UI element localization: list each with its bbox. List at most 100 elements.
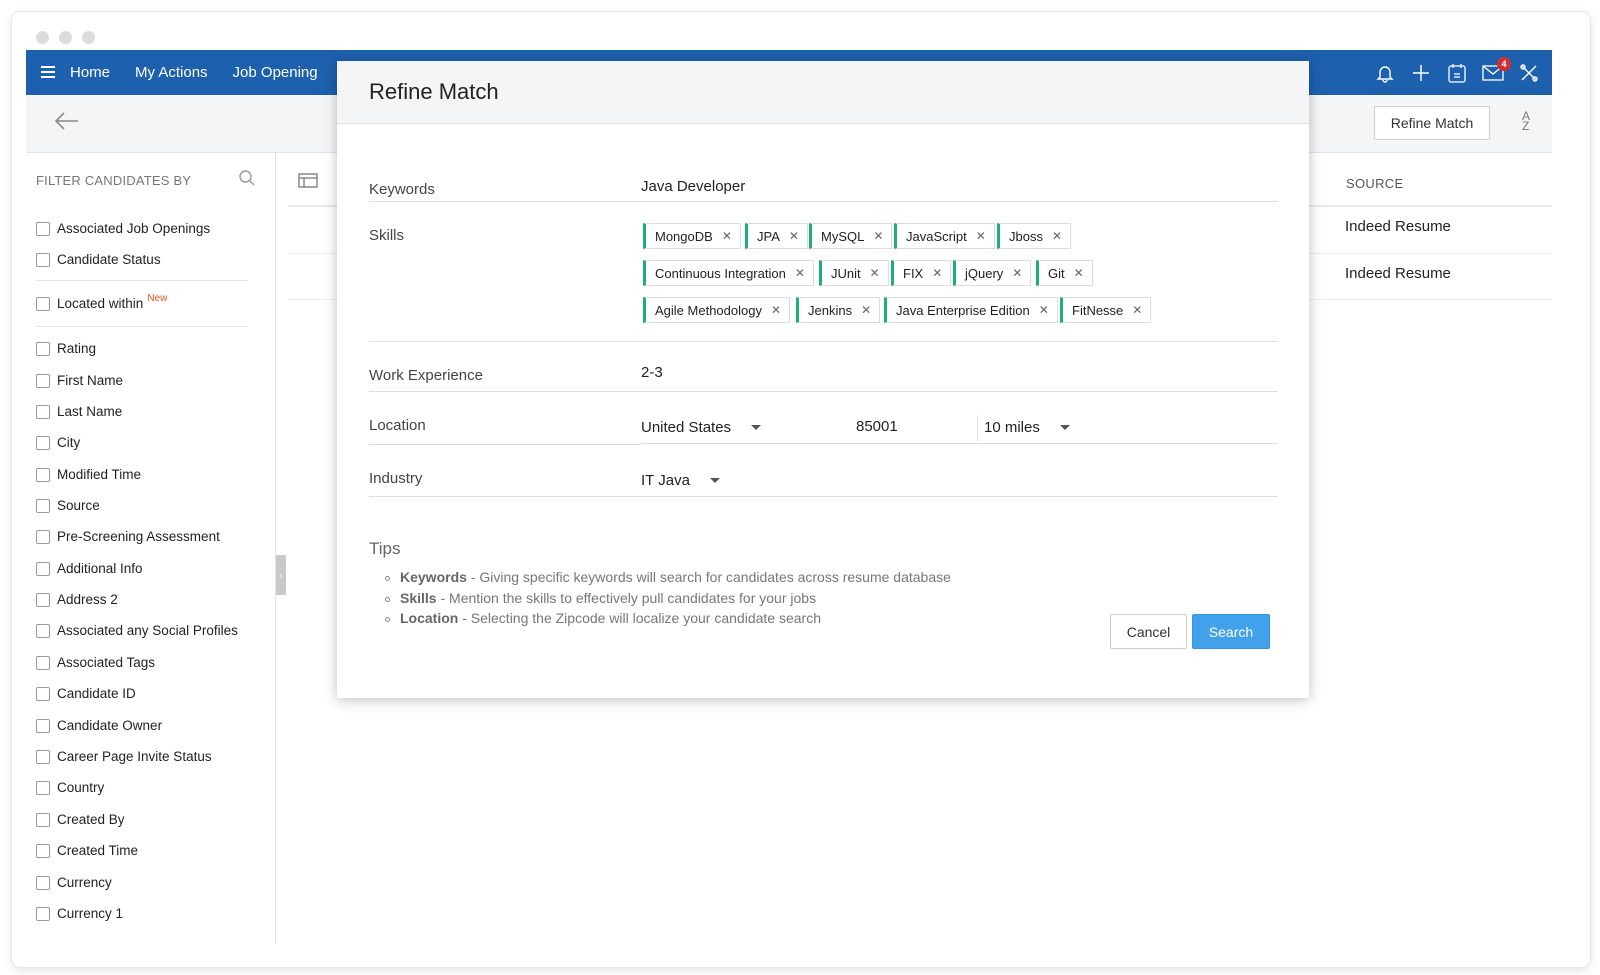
radius-select[interactable]: 10 miles [984, 419, 1070, 436]
back-arrow-icon[interactable] [54, 111, 80, 136]
settings-tools-icon[interactable] [1518, 62, 1540, 84]
checkbox[interactable] [36, 843, 50, 858]
filter-item[interactable]: Pre-Screening Assessment [36, 529, 220, 544]
checkbox[interactable] [36, 686, 50, 701]
remove-tag-icon[interactable]: ✕ [1052, 229, 1062, 243]
skill-tag: MySQL ✕ [809, 223, 893, 249]
skill-tag: Jenkins ✕ [796, 297, 881, 323]
refine-match-button[interactable]: Refine Match [1374, 106, 1490, 140]
nav-home[interactable]: Home [70, 64, 110, 81]
minimize-dot[interactable] [59, 31, 72, 44]
filter-item[interactable]: Rating [36, 341, 96, 356]
location-separator [977, 415, 978, 441]
maximize-dot[interactable] [82, 31, 95, 44]
checkbox[interactable] [36, 655, 50, 670]
skill-tag: Continuous Integration ✕ [643, 260, 814, 286]
remove-tag-icon[interactable]: ✕ [932, 266, 942, 280]
table-settings-icon[interactable] [298, 173, 320, 196]
checkbox[interactable] [36, 718, 50, 733]
filter-item[interactable]: First Name [36, 373, 123, 388]
collapse-sidebar-handle[interactable]: ‹ [276, 555, 286, 595]
keywords-input[interactable]: Java Developer [641, 178, 745, 195]
checkbox[interactable] [36, 592, 50, 607]
zipcode-input[interactable]: 85001 [856, 418, 898, 435]
table-cell-source: Indeed Resume [1345, 265, 1451, 282]
checkbox[interactable] [36, 404, 50, 419]
checkbox[interactable] [36, 498, 50, 513]
checkbox[interactable] [36, 749, 50, 764]
filter-item[interactable]: Candidate Owner [36, 718, 162, 733]
checkbox[interactable] [36, 529, 50, 544]
filter-associated-job-openings[interactable]: Associated Job Openings [36, 221, 210, 236]
checkbox[interactable] [36, 623, 50, 638]
remove-tag-icon[interactable]: ✕ [1039, 303, 1049, 317]
filter-item[interactable]: Associated any Social Profiles [36, 623, 238, 638]
remove-tag-icon[interactable]: ✕ [873, 229, 883, 243]
plus-icon[interactable] [1410, 62, 1432, 84]
checkbox[interactable] [36, 296, 50, 311]
remove-tag-icon[interactable]: ✕ [771, 303, 781, 317]
table-cell-source: Indeed Resume [1345, 218, 1451, 235]
column-header-source[interactable]: SOURCE [1346, 176, 1403, 191]
menu-icon[interactable] [26, 62, 70, 83]
filter-item[interactable]: Candidate ID [36, 686, 136, 701]
checkbox[interactable] [36, 467, 50, 482]
country-select[interactable]: United States [641, 419, 762, 436]
nav-job-openings[interactable]: Job Opening [233, 64, 318, 81]
filter-located-within[interactable]: Located within New [36, 293, 167, 311]
checkbox[interactable] [36, 875, 50, 890]
filter-item[interactable]: Last Name [36, 404, 122, 419]
industry-label: Industry [369, 470, 423, 487]
checkbox[interactable] [36, 812, 50, 827]
remove-tag-icon[interactable]: ✕ [976, 229, 986, 243]
filter-item[interactable]: Address 2 [36, 592, 118, 607]
search-icon[interactable] [238, 169, 256, 192]
nav-my-actions[interactable]: My Actions [135, 64, 208, 81]
filter-item[interactable]: Source [36, 498, 100, 513]
remove-tag-icon[interactable]: ✕ [795, 266, 805, 280]
cancel-button[interactable]: Cancel [1110, 614, 1187, 649]
filter-item[interactable]: City [36, 435, 80, 450]
filter-item[interactable]: Currency 1 [36, 906, 123, 921]
checkbox[interactable] [36, 221, 50, 236]
remove-tag-icon[interactable]: ✕ [1132, 303, 1142, 317]
checkbox[interactable] [36, 780, 50, 795]
filter-candidate-status[interactable]: Candidate Status [36, 252, 161, 267]
location-label: Location [369, 417, 426, 434]
filter-item[interactable]: Associated Tags [36, 655, 155, 670]
remove-tag-icon[interactable]: ✕ [722, 229, 732, 243]
search-button[interactable]: Search [1192, 614, 1270, 649]
close-dot[interactable] [36, 31, 49, 44]
checkbox[interactable] [36, 341, 50, 356]
checkbox[interactable] [36, 561, 50, 576]
checkbox[interactable] [36, 435, 50, 450]
sort-icon[interactable]: A Z [1522, 110, 1530, 132]
remove-tag-icon[interactable]: ✕ [789, 229, 799, 243]
filter-item[interactable]: Currency [36, 875, 112, 890]
filter-item[interactable]: Career Page Invite Status [36, 749, 212, 764]
mail-icon[interactable]: 4 [1482, 56, 1511, 84]
filter-item[interactable]: Modified Time [36, 467, 141, 482]
calendar-icon[interactable] [1446, 62, 1468, 84]
remove-tag-icon[interactable]: ✕ [1012, 266, 1022, 280]
checkbox[interactable] [36, 906, 50, 921]
remove-tag-icon[interactable]: ✕ [861, 303, 871, 317]
location-divider [641, 443, 1278, 444]
remove-tag-icon[interactable]: ✕ [870, 266, 880, 280]
checkbox[interactable] [36, 373, 50, 388]
chevron-down-icon [751, 425, 762, 430]
tips-heading: Tips [369, 539, 401, 558]
skill-tag: Java Enterprise Edition ✕ [884, 297, 1058, 323]
location-label-divider [369, 444, 641, 445]
filter-item[interactable]: Additional Info [36, 561, 143, 576]
filter-item[interactable]: Country [36, 780, 104, 795]
filter-item[interactable]: Created By [36, 812, 125, 827]
skill-tag: JUnit ✕ [819, 260, 889, 286]
skill-tag: JavaScript ✕ [894, 223, 995, 249]
industry-select[interactable]: IT Java [641, 472, 720, 489]
bell-icon[interactable] [1374, 62, 1396, 84]
filter-item[interactable]: Created Time [36, 843, 138, 858]
work-experience-input[interactable]: 2-3 [641, 364, 663, 381]
remove-tag-icon[interactable]: ✕ [1074, 266, 1084, 280]
checkbox[interactable] [36, 252, 50, 267]
